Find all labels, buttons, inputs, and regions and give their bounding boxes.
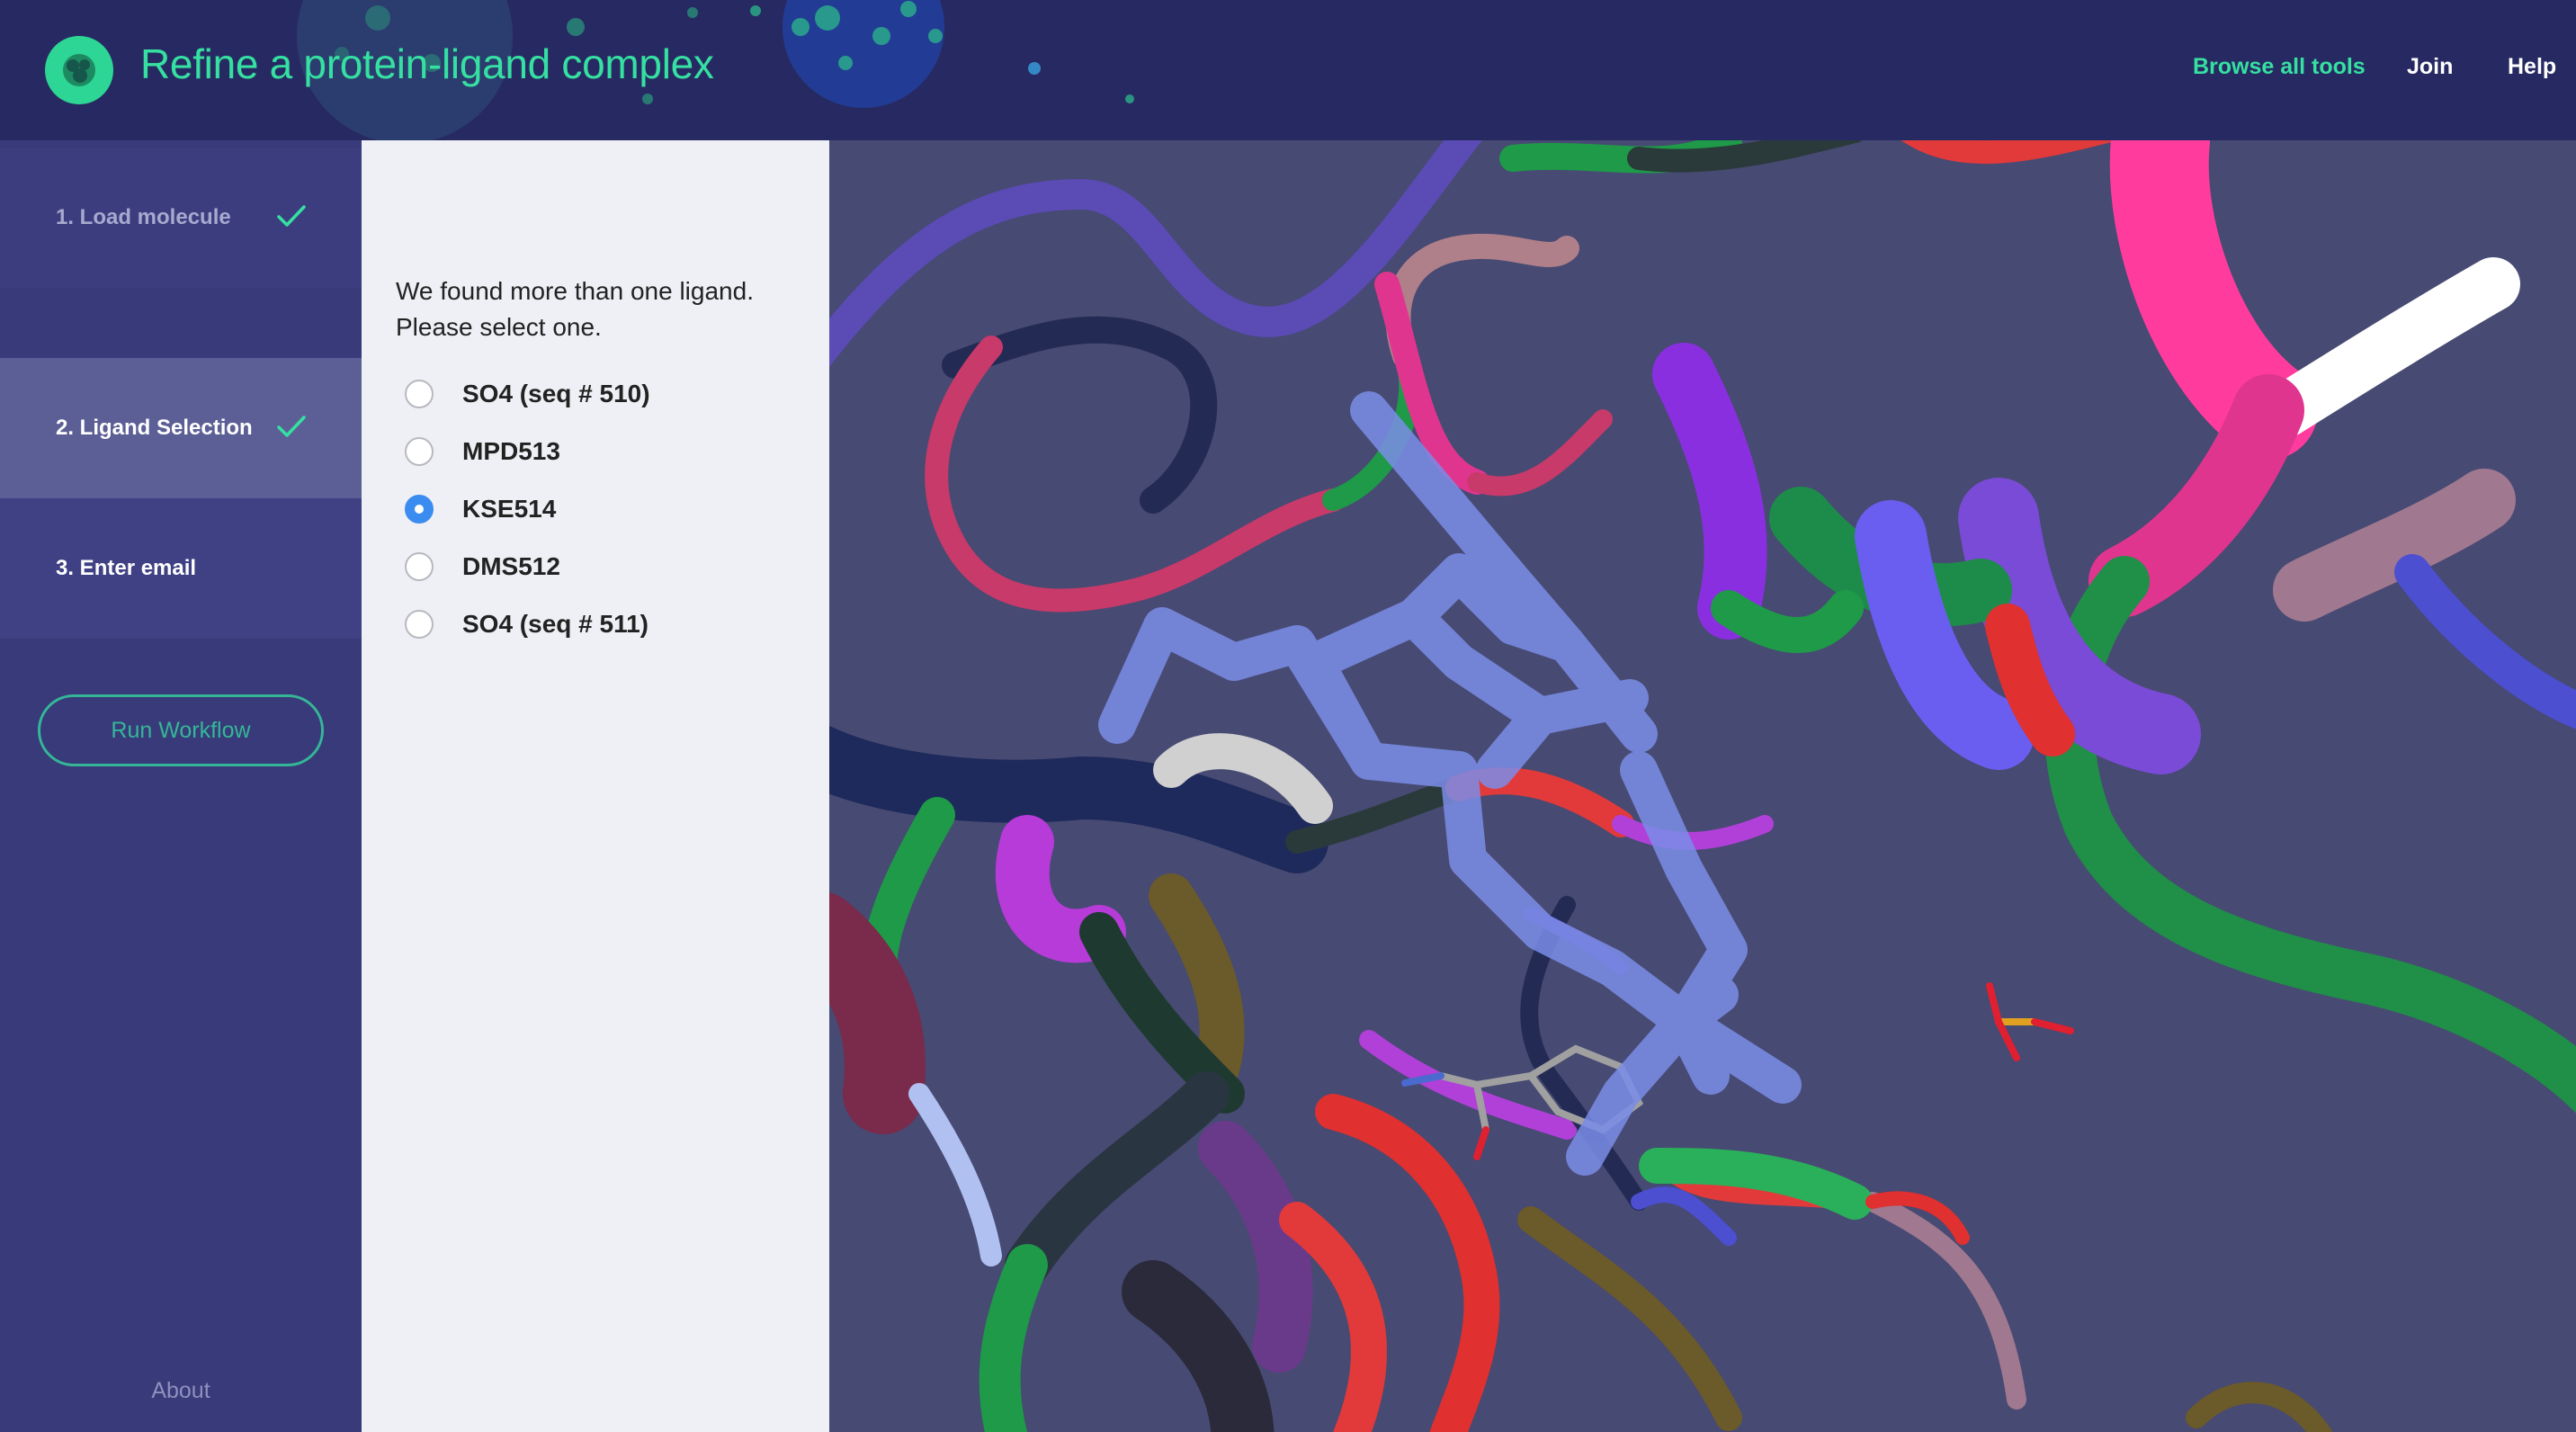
step-load-molecule[interactable]: 1. Load molecule xyxy=(0,148,362,288)
prompt-line-2: Please select one. xyxy=(396,313,602,341)
ligand-option-kse514[interactable]: KSE514 xyxy=(405,491,556,527)
run-workflow-button[interactable]: Run Workflow xyxy=(38,694,324,766)
protein-structure-render xyxy=(829,140,2576,1432)
step-label: 2. Ligand Selection xyxy=(56,416,253,440)
option-label: DMS512 xyxy=(462,552,560,580)
molecule-3d-viewer[interactable] xyxy=(829,140,2576,1432)
ligand-option-so4-511[interactable]: SO4 (seq # 511) xyxy=(405,606,648,642)
about-link[interactable]: About xyxy=(0,1378,362,1404)
ligand-option-so4-510[interactable]: SO4 (seq # 510) xyxy=(405,376,650,412)
step-ligand-selection[interactable]: 2. Ligand Selection xyxy=(0,358,362,498)
radio-button[interactable] xyxy=(405,437,434,466)
option-label: SO4 (seq # 510) xyxy=(462,380,650,407)
app-logo[interactable] xyxy=(45,36,113,104)
radio-button[interactable] xyxy=(405,380,434,408)
top-header: Refine a protein-ligand complex Browse a… xyxy=(0,0,2576,140)
checkmark-icon xyxy=(277,205,306,227)
option-label: MPD513 xyxy=(462,437,560,465)
app-root: Refine a protein-ligand complex Browse a… xyxy=(0,0,2576,1432)
nav-help[interactable]: Help xyxy=(2508,54,2556,80)
checkmark-icon xyxy=(277,416,306,437)
ligand-prompt: We found more than one ligand. Please se… xyxy=(396,273,809,345)
step-enter-email[interactable]: 3. Enter email xyxy=(0,498,362,639)
radio-button[interactable] xyxy=(405,552,434,581)
ligand-option-mpd513[interactable]: MPD513 xyxy=(405,434,560,470)
page-title: Refine a protein-ligand complex xyxy=(140,40,714,87)
ligand-option-dms512[interactable]: DMS512 xyxy=(405,549,560,585)
radio-button-selected[interactable] xyxy=(405,495,434,524)
radio-button[interactable] xyxy=(405,610,434,639)
workflow-sidebar xyxy=(0,140,362,1432)
prompt-line-1: We found more than one ligand. xyxy=(396,277,754,305)
molecule-logo-icon xyxy=(63,54,95,86)
option-label: KSE514 xyxy=(462,495,557,523)
nav-browse-all-tools[interactable]: Browse all tools xyxy=(2193,54,2366,80)
nav-join[interactable]: Join xyxy=(2407,54,2453,80)
option-label: SO4 (seq # 511) xyxy=(462,610,649,638)
step-label: 1. Load molecule xyxy=(56,205,231,229)
step-label: 3. Enter email xyxy=(56,556,197,580)
